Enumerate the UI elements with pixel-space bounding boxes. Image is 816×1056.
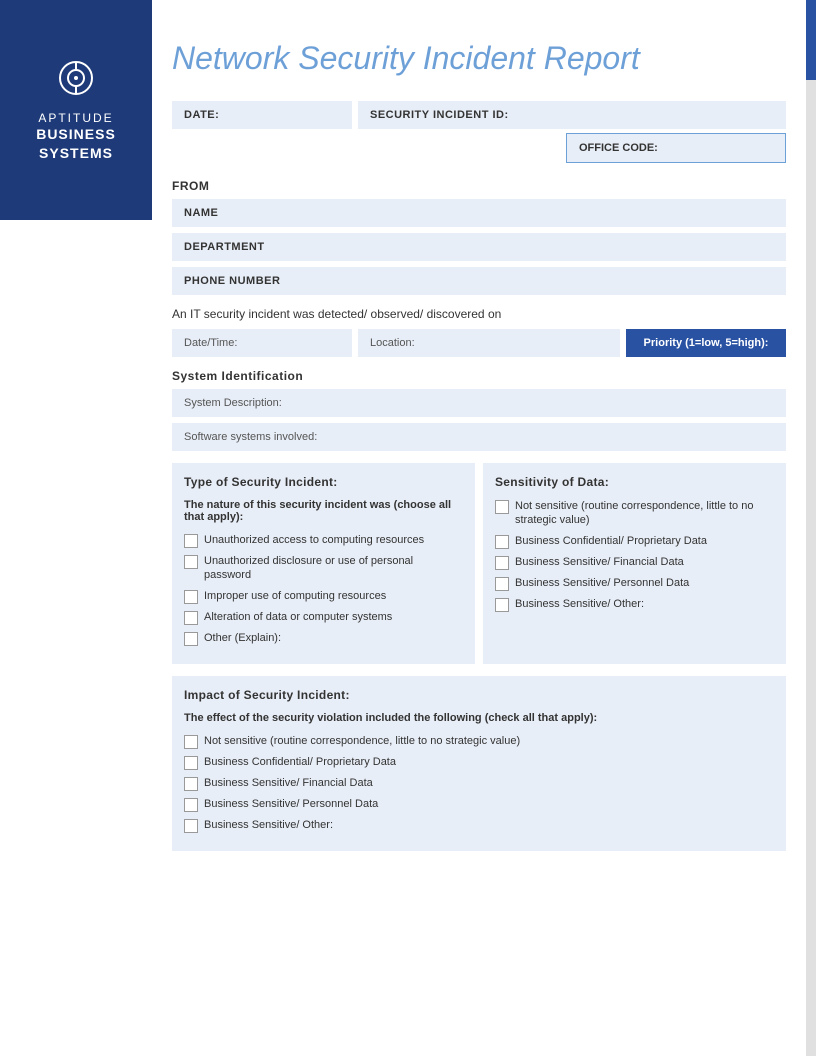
sensitivity-panel: Sensitivity of Data: Not sensitive (rout… — [483, 463, 786, 664]
impact-checkbox-1[interactable] — [184, 735, 198, 749]
type-checkbox-2[interactable] — [184, 555, 198, 569]
sensitivity-label-5: Business Sensitive/ Other: — [515, 597, 644, 611]
impact-section: Impact of Security Incident: The effect … — [172, 676, 786, 851]
page-title: Network Security Incident Report — [172, 40, 786, 77]
sensitivity-label-1: Not sensitive (routine correspondence, l… — [515, 499, 774, 528]
type-option-5: Other (Explain): — [184, 631, 463, 646]
incident-detected-text: An IT security incident was detected/ ob… — [172, 307, 786, 321]
sensitivity-option-3: Business Sensitive/ Financial Data — [495, 555, 774, 570]
main-content: Network Security Incident Report DATE: S… — [152, 0, 816, 903]
impact-header: Impact of Security Incident: — [184, 688, 774, 702]
impact-label-4: Business Sensitive/ Personnel Data — [204, 797, 378, 811]
software-field[interactable]: Software systems involved: — [172, 423, 786, 451]
type-option-2: Unauthorized disclosure or use of person… — [184, 554, 463, 583]
impact-checkbox-5[interactable] — [184, 819, 198, 833]
sensitivity-option-5: Business Sensitive/ Other: — [495, 597, 774, 612]
impact-label-1: Not sensitive (routine correspondence, l… — [204, 734, 520, 748]
sensitivity-option-2: Business Confidential/ Proprietary Data — [495, 534, 774, 549]
sensitivity-panel-header: Sensitivity of Data: — [495, 475, 774, 489]
impact-checkbox-4[interactable] — [184, 798, 198, 812]
impact-option-3: Business Sensitive/ Financial Data — [184, 776, 774, 791]
sensitivity-checkbox-3[interactable] — [495, 556, 509, 570]
office-code-field[interactable]: OFFICE CODE: — [566, 133, 786, 163]
type-option-3: Improper use of computing resources — [184, 589, 463, 604]
impact-subtext: The effect of the security violation inc… — [184, 712, 774, 724]
type-checkbox-4[interactable] — [184, 611, 198, 625]
brand-business: BUSINESS SYSTEMS — [10, 125, 142, 161]
priority-field[interactable]: Priority (1=low, 5=high): — [626, 329, 786, 357]
type-option-1: Unauthorized access to computing resourc… — [184, 533, 463, 548]
from-label: FROM — [172, 179, 786, 193]
impact-checkbox-2[interactable] — [184, 756, 198, 770]
sensitivity-label-3: Business Sensitive/ Financial Data — [515, 555, 684, 569]
incident-fields-row: Date/Time: Location: Priority (1=low, 5=… — [172, 329, 786, 357]
type-label-5: Other (Explain): — [204, 631, 281, 645]
impact-option-2: Business Confidential/ Proprietary Data — [184, 755, 774, 770]
sidebar: APTITUDE BUSINESS SYSTEMS — [0, 0, 152, 220]
sensitivity-label-4: Business Sensitive/ Personnel Data — [515, 576, 689, 590]
sensitivity-checkbox-4[interactable] — [495, 577, 509, 591]
sensitivity-checkbox-5[interactable] — [495, 598, 509, 612]
system-desc-field[interactable]: System Description: — [172, 389, 786, 417]
incident-id-field[interactable]: SECURITY INCIDENT ID: — [358, 101, 786, 129]
type-panel: Type of Security Incident: The nature of… — [172, 463, 475, 664]
type-sensitivity-row: Type of Security Incident: The nature of… — [172, 463, 786, 664]
impact-option-1: Not sensitive (routine correspondence, l… — [184, 734, 774, 749]
sensitivity-label-2: Business Confidential/ Proprietary Data — [515, 534, 707, 548]
brand-icon — [56, 58, 96, 103]
department-field[interactable]: DEPARTMENT — [172, 233, 786, 261]
sensitivity-option-1: Not sensitive (routine correspondence, l… — [495, 499, 774, 528]
impact-label-2: Business Confidential/ Proprietary Data — [204, 755, 396, 769]
type-option-4: Alteration of data or computer systems — [184, 610, 463, 625]
office-code-row: OFFICE CODE: — [172, 133, 786, 171]
phone-field[interactable]: PHONE NUMBER — [172, 267, 786, 295]
type-label-4: Alteration of data or computer systems — [204, 610, 392, 624]
date-field[interactable]: DATE: — [172, 101, 352, 129]
location-field[interactable]: Location: — [358, 329, 620, 357]
type-panel-header: Type of Security Incident: — [184, 475, 463, 489]
impact-label-5: Business Sensitive/ Other: — [204, 818, 333, 832]
impact-option-4: Business Sensitive/ Personnel Data — [184, 797, 774, 812]
scrollbar[interactable] — [806, 0, 816, 1056]
type-checkbox-1[interactable] — [184, 534, 198, 548]
impact-label-3: Business Sensitive/ Financial Data — [204, 776, 373, 790]
system-id-title: System Identification — [172, 369, 786, 383]
type-label-3: Improper use of computing resources — [204, 589, 386, 603]
sensitivity-option-4: Business Sensitive/ Personnel Data — [495, 576, 774, 591]
type-checkbox-5[interactable] — [184, 632, 198, 646]
sensitivity-checkbox-1[interactable] — [495, 500, 509, 514]
nature-text: The nature of this security incident was… — [184, 499, 463, 523]
impact-option-5: Business Sensitive/ Other: — [184, 818, 774, 833]
type-checkbox-3[interactable] — [184, 590, 198, 604]
datetime-field[interactable]: Date/Time: — [172, 329, 352, 357]
scrollbar-thumb[interactable] — [806, 0, 816, 80]
name-field[interactable]: NAME — [172, 199, 786, 227]
sensitivity-checkbox-2[interactable] — [495, 535, 509, 549]
brand-aptitude: APTITUDE — [38, 111, 113, 125]
date-incident-row: DATE: SECURITY INCIDENT ID: — [172, 101, 786, 129]
type-label-1: Unauthorized access to computing resourc… — [204, 533, 424, 547]
impact-checkbox-3[interactable] — [184, 777, 198, 791]
type-label-2: Unauthorized disclosure or use of person… — [204, 554, 463, 583]
